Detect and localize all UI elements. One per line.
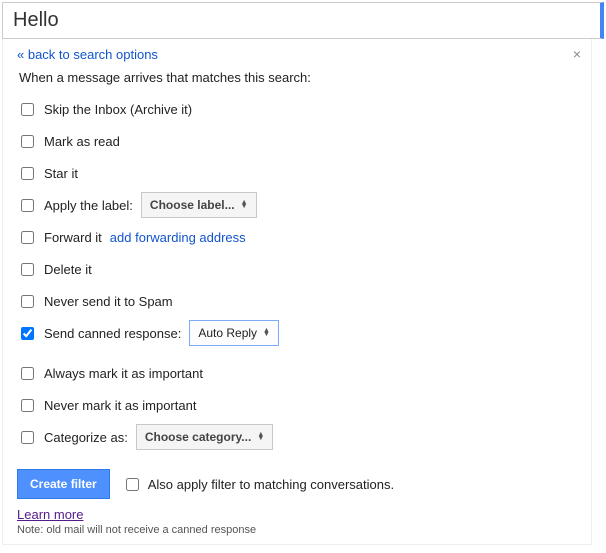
checkbox-also-apply[interactable] — [126, 478, 139, 491]
sort-icon: ▲▼ — [241, 201, 248, 209]
checkbox-categorize[interactable] — [21, 431, 34, 444]
option-never-important: Never mark it as important — [21, 389, 577, 421]
intro-text: When a message arrives that matches this… — [19, 70, 577, 85]
dropdown-categorize-text: Choose category... — [145, 430, 251, 444]
dropdown-apply-label-text: Choose label... — [150, 198, 235, 212]
create-filter-button[interactable]: Create filter — [17, 469, 110, 499]
option-mark-read: Mark as read — [21, 125, 577, 157]
checkbox-always-important[interactable] — [21, 367, 34, 380]
filter-panel: × « back to search options When a messag… — [2, 39, 592, 545]
option-categorize: Categorize as: Choose category... ▲▼ — [21, 421, 577, 453]
also-apply-group: Also apply filter to matching conversati… — [122, 475, 394, 494]
footer-row: Create filter Also apply filter to match… — [17, 469, 577, 499]
note-text: Note: old mail will not receive a canned… — [17, 524, 577, 536]
label-forward: Forward it — [44, 230, 102, 245]
dropdown-categorize[interactable]: Choose category... ▲▼ — [136, 424, 273, 450]
checkbox-never-important[interactable] — [21, 399, 34, 412]
option-skip-inbox: Skip the Inbox (Archive it) — [21, 93, 577, 125]
learn-more-link[interactable]: Learn more — [17, 507, 83, 522]
checkbox-star[interactable] — [21, 167, 34, 180]
close-icon[interactable]: × — [573, 47, 581, 61]
label-never-important: Never mark it as important — [44, 398, 196, 413]
label-delete: Delete it — [44, 262, 92, 277]
option-star: Star it — [21, 157, 577, 189]
label-never-spam: Never send it to Spam — [44, 294, 173, 309]
label-categorize: Categorize as: — [44, 430, 128, 445]
option-delete: Delete it — [21, 253, 577, 285]
option-never-spam: Never send it to Spam — [21, 285, 577, 317]
dropdown-canned[interactable]: Auto Reply ▲▼ — [189, 320, 279, 346]
option-apply-label: Apply the label: Choose label... ▲▼ — [21, 189, 577, 221]
label-always-important: Always mark it as important — [44, 366, 203, 381]
back-to-search-link[interactable]: « back to search options — [17, 47, 158, 62]
search-input[interactable]: Hello — [2, 2, 604, 39]
checkbox-canned[interactable] — [21, 327, 34, 340]
label-apply-label: Apply the label: — [44, 198, 133, 213]
checkbox-skip-inbox[interactable] — [21, 103, 34, 116]
label-mark-read: Mark as read — [44, 134, 120, 149]
checkbox-forward[interactable] — [21, 231, 34, 244]
label-skip-inbox: Skip the Inbox (Archive it) — [44, 102, 192, 117]
label-canned: Send canned response: — [44, 326, 181, 341]
checkbox-delete[interactable] — [21, 263, 34, 276]
dropdown-canned-text: Auto Reply — [198, 326, 257, 340]
option-canned: Send canned response: Auto Reply ▲▼ — [21, 317, 577, 349]
checkbox-apply-label[interactable] — [21, 199, 34, 212]
sort-icon: ▲▼ — [257, 433, 264, 441]
option-forward: Forward it add forwarding address — [21, 221, 577, 253]
sort-icon: ▲▼ — [263, 329, 270, 337]
option-always-important: Always mark it as important — [21, 357, 577, 389]
label-also-apply: Also apply filter to matching conversati… — [148, 477, 394, 492]
dropdown-apply-label[interactable]: Choose label... ▲▼ — [141, 192, 257, 218]
checkbox-never-spam[interactable] — [21, 295, 34, 308]
label-star: Star it — [44, 166, 78, 181]
checkbox-mark-read[interactable] — [21, 135, 34, 148]
add-forwarding-link[interactable]: add forwarding address — [110, 230, 246, 245]
